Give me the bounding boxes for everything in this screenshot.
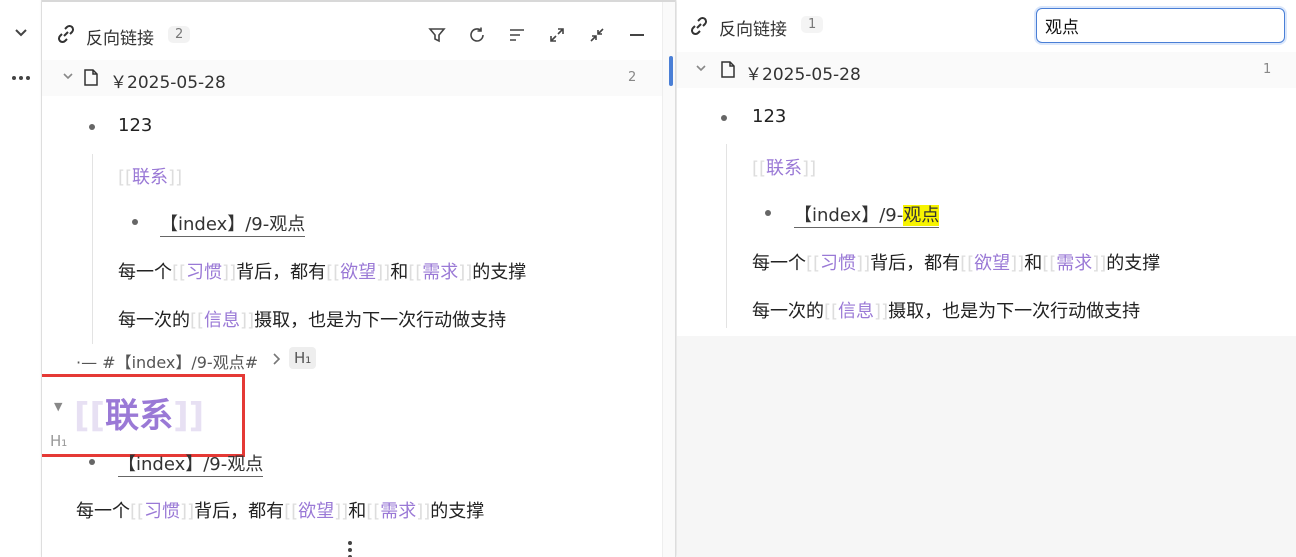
doc-row[interactable]: ￥2025-05-28 1	[677, 52, 1296, 88]
panel-focus-indicator	[669, 56, 673, 86]
content-line-2: 每一次的[[信息]]摄取，也是为下一次行动做支持	[118, 310, 507, 331]
content-line-2: 每一次的[[信息]]摄取，也是为下一次行动做支持	[752, 301, 1141, 322]
list-bullet	[89, 124, 95, 130]
search-highlight: 观点	[903, 205, 940, 226]
left-rail	[0, 0, 42, 557]
link-count-badge: 2	[168, 26, 191, 43]
link-need[interactable]: 需求	[422, 262, 458, 283]
link-info[interactable]: 信息	[838, 301, 874, 322]
doc-name[interactable]: ￥2025-05-28	[745, 60, 861, 85]
panel-title: 反向链接	[86, 29, 154, 49]
caret-down-icon[interactable]	[62, 70, 74, 85]
link-desire[interactable]: 欲望	[298, 501, 334, 522]
link-info[interactable]: 信息	[204, 310, 240, 331]
heading-level-badge[interactable]: H₁	[289, 347, 317, 369]
file-icon	[721, 61, 735, 82]
link-desire[interactable]: 欲望	[974, 253, 1010, 274]
breadcrumb[interactable]: ·— #【index】/9-观点#	[76, 349, 258, 373]
list-item-text: 123	[118, 115, 153, 136]
index-link[interactable]: 【index】/9-观点	[118, 450, 264, 477]
vertical-dots-icon[interactable]	[347, 540, 353, 557]
panel-header: 反向链接 2	[42, 12, 675, 52]
doc-name[interactable]: ￥2025-05-28	[110, 68, 226, 93]
nest-guide	[92, 154, 93, 344]
sort-icon[interactable]	[503, 21, 531, 49]
refresh-icon[interactable]	[463, 21, 491, 49]
caret-down-icon[interactable]	[695, 62, 707, 77]
backlinks-panel-right: 反向链接 1 ￥2025-05-28 1 123 [[联系]] 【index】/…	[677, 0, 1296, 557]
list-item-text: 123	[752, 106, 787, 127]
doc-row[interactable]: ￥2025-05-28 2	[42, 60, 662, 96]
content-line-3: 每一个[[习惯]]背后，都有[[欲望]]和[[需求]]的支撑	[76, 501, 485, 522]
list-bullet	[89, 459, 95, 465]
content-line-1: 每一个[[习惯]]背后，都有[[欲望]]和[[需求]]的支撑	[118, 262, 527, 283]
nest-guide	[726, 144, 727, 328]
filter-icon[interactable]	[423, 21, 451, 49]
annotation-box	[42, 374, 245, 457]
link-habit[interactable]: 习惯	[820, 253, 856, 274]
more-dots-icon[interactable]	[0, 58, 42, 98]
list-bullet	[132, 219, 138, 225]
doc-count: 2	[628, 70, 637, 85]
ref-title[interactable]: [[联系]]	[752, 154, 816, 180]
list-bullet	[721, 115, 727, 121]
link-icon	[52, 20, 80, 48]
ref-title[interactable]: [[联系]]	[118, 163, 182, 189]
collapse-icon[interactable]	[583, 21, 611, 49]
index-link[interactable]: 【index】/9-观点	[794, 201, 940, 228]
backlinks-panel-left: 反向链接 2 ￥2025-05-28 2 123 [[联系]] 【index】/…	[42, 0, 676, 557]
app-root: 反向链接 2 ￥2025-05-28 2 123 [[联系]] 【index】/…	[0, 0, 1296, 557]
doc-count: 1	[1263, 62, 1272, 77]
expand-icon[interactable]	[543, 21, 571, 49]
breadcrumb-chevron-icon	[272, 351, 282, 370]
link-habit[interactable]: 习惯	[186, 262, 222, 283]
file-icon	[84, 69, 98, 90]
index-link[interactable]: 【index】/9-观点	[160, 210, 306, 237]
collapse-chevron-icon[interactable]	[0, 12, 42, 52]
link-habit[interactable]: 习惯	[144, 501, 180, 522]
search-input[interactable]	[1036, 8, 1285, 43]
panel-title: 反向链接	[719, 20, 787, 40]
list-bullet	[765, 210, 771, 216]
content-line-1: 每一个[[习惯]]背后，都有[[欲望]]和[[需求]]的支撑	[752, 253, 1161, 274]
minimize-icon[interactable]	[623, 21, 651, 49]
link-count-badge: 1	[801, 16, 824, 33]
link-need[interactable]: 需求	[1056, 253, 1092, 274]
link-desire[interactable]: 欲望	[340, 262, 376, 283]
link-icon	[689, 16, 709, 40]
link-need[interactable]: 需求	[380, 501, 416, 522]
